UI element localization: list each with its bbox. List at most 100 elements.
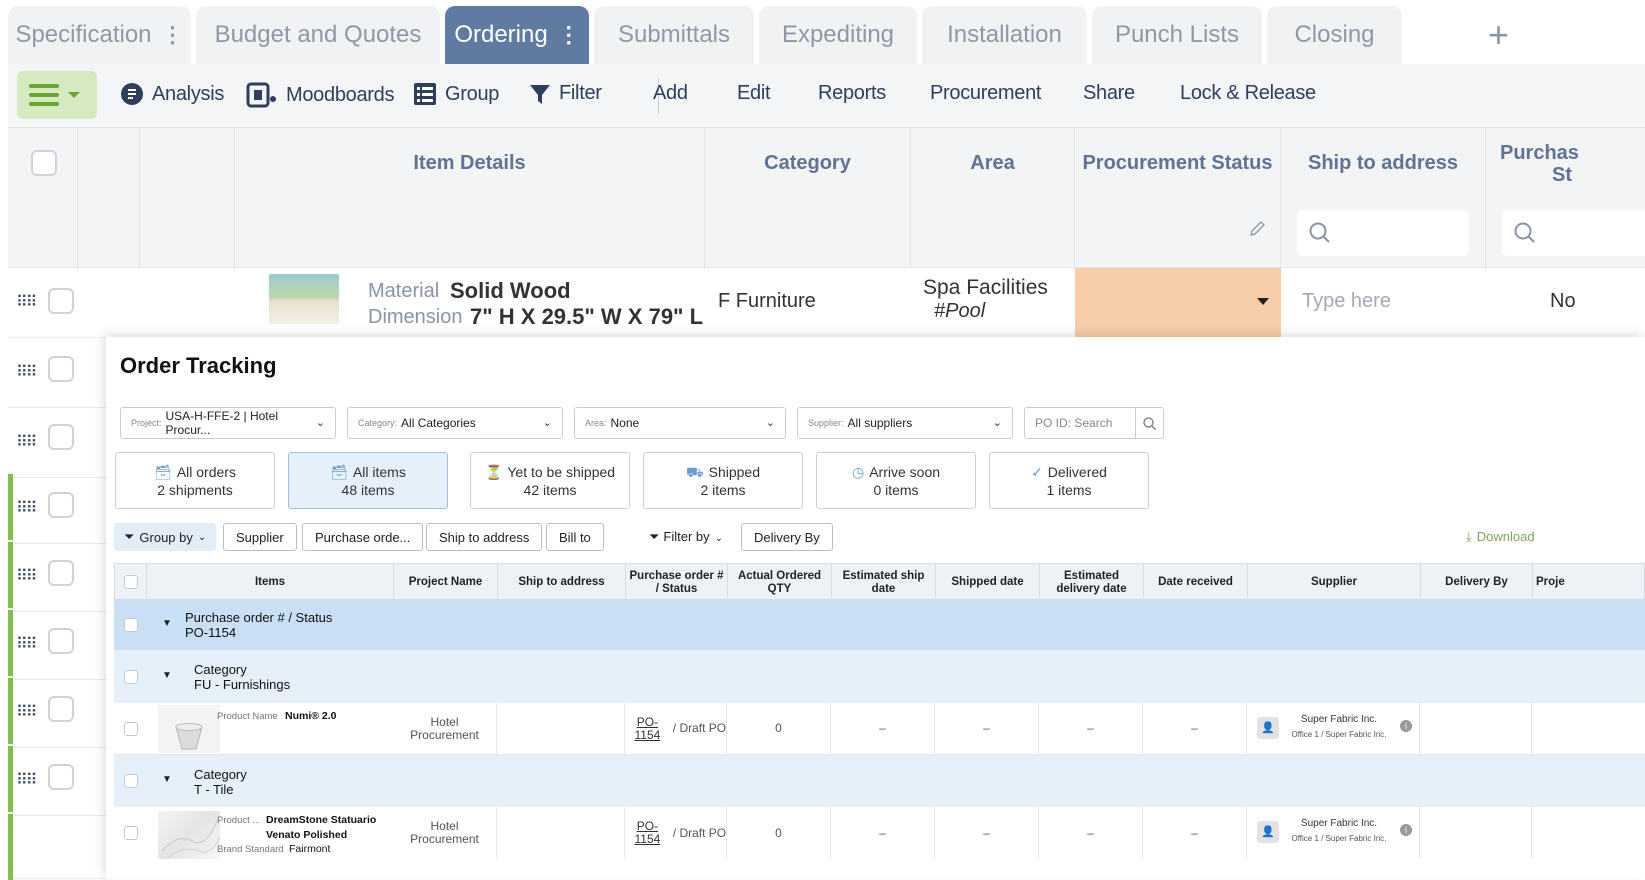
group-checkbox[interactable]: [124, 618, 138, 632]
po-link[interactable]: PO-1154: [625, 820, 670, 846]
header-area[interactable]: Area: [911, 128, 1075, 268]
card-yet-to-be-shipped[interactable]: ⏳ Yet to be shipped 42 items: [470, 452, 630, 509]
collapse-caret-icon[interactable]: ▼: [162, 774, 172, 785]
card-arrive-soon[interactable]: ◷ Arrive soon 0 items: [816, 452, 976, 509]
header-category[interactable]: Category: [705, 128, 911, 268]
drag-handle-icon[interactable]: ⠿⠿: [16, 566, 37, 586]
col-supplier[interactable]: Supplier: [1248, 564, 1421, 601]
row-checkbox[interactable]: [48, 696, 74, 722]
row-checkbox[interactable]: [124, 826, 138, 840]
lock-release-button[interactable]: Lock & Release: [1180, 82, 1316, 105]
share-button[interactable]: Share: [1083, 82, 1135, 105]
po-search-button[interactable]: [1135, 407, 1163, 439]
drag-handle-icon[interactable]: ⠿⠿: [16, 498, 37, 518]
area-select[interactable]: Area: None ⌄: [574, 407, 786, 439]
col-actual-ordered-qty[interactable]: Actual Ordered QTY: [728, 564, 832, 601]
header-procurement-status[interactable]: Procurement Status: [1075, 128, 1281, 268]
card-delivered[interactable]: ✓ Delivered 1 items: [989, 452, 1149, 509]
category-cell[interactable]: F Furniture: [718, 290, 816, 313]
group-row-category[interactable]: ▼ Category FU - Furnishings: [114, 650, 1645, 703]
pencil-icon[interactable]: [1248, 220, 1266, 238]
row-checkbox[interactable]: [48, 560, 74, 586]
group-row-po[interactable]: ▼ Purchase order # / Status PO-1154: [114, 600, 1645, 650]
group-chip-bill-to[interactable]: Bill to: [546, 523, 604, 551]
select-all-checkbox[interactable]: [124, 575, 138, 589]
product-thumbnail[interactable]: [158, 705, 220, 753]
procurement-button[interactable]: Procurement: [930, 82, 1042, 105]
tab-installation[interactable]: Installation: [922, 6, 1087, 64]
col-project-name[interactable]: Project Name: [394, 564, 498, 601]
col-ship-to-address[interactable]: Ship to address: [498, 564, 626, 601]
row-checkbox[interactable]: [48, 492, 74, 518]
row-checkbox[interactable]: [48, 356, 74, 382]
group-chip-ship-to-address[interactable]: Ship to address: [426, 523, 543, 551]
edit-button[interactable]: Edit: [737, 82, 771, 105]
tab-closing[interactable]: Closing: [1267, 6, 1402, 64]
card-shipped[interactable]: ⛟ Shipped 2 items: [643, 452, 803, 509]
col-estimated-ship-date[interactable]: Estimated ship date: [832, 564, 936, 601]
table-row[interactable]: ⠿⠿ Material Solid Wood Dimension 7" H X …: [8, 268, 1645, 338]
add-button[interactable]: Add: [653, 82, 688, 105]
table-row[interactable]: ⠿⠿: [8, 678, 108, 748]
tab-punch-lists[interactable]: Punch Lists: [1092, 6, 1262, 64]
table-row[interactable]: Product Name Numi® 2.0 Hotel Procurement…: [114, 703, 1645, 755]
group-checkbox[interactable]: [124, 774, 138, 788]
group-by-dropdown[interactable]: ⏷ Group by ⌄: [114, 523, 217, 551]
drag-handle-icon[interactable]: ⠿⠿: [16, 432, 37, 452]
filter-button[interactable]: Filter: [529, 82, 602, 105]
kebab-icon[interactable]: ⋮: [162, 22, 184, 48]
tab-budget-and-quotes[interactable]: Budget and Quotes: [196, 6, 440, 64]
table-row[interactable]: Product ... DreamStone Statuario Venato …: [114, 807, 1645, 859]
item-thumbnail[interactable]: [269, 274, 339, 324]
purchase-status-cell[interactable]: No: [1550, 290, 1576, 313]
card-all-orders[interactable]: 🗃 All orders 2 shipments: [115, 452, 275, 509]
tab-submittals[interactable]: Submittals: [594, 6, 754, 64]
tab-specification[interactable]: Specification ⋮: [8, 6, 191, 64]
area-cell[interactable]: Spa Facilities: [923, 276, 1048, 300]
table-row[interactable]: ⠿⠿: [8, 474, 108, 544]
group-button[interactable]: Group: [413, 82, 499, 106]
collapse-caret-icon[interactable]: ▼: [162, 618, 172, 629]
filter-chip-delivery-by[interactable]: Delivery By: [741, 523, 833, 551]
procurement-status-dropdown[interactable]: [1075, 268, 1281, 338]
ship-to-input[interactable]: Type here: [1302, 290, 1391, 313]
col-estimated-delivery-date[interactable]: Estimated delivery date: [1040, 564, 1144, 601]
po-link[interactable]: PO-1154: [625, 715, 670, 742]
kebab-icon[interactable]: ⋮: [558, 22, 580, 48]
menu-toggle-button[interactable]: [17, 71, 97, 119]
drag-handle-icon[interactable]: ⠿⠿: [16, 634, 37, 654]
project-select[interactable]: Project: USA-H-FFE-2 | Hotel Procur... ⌄: [120, 407, 336, 439]
drag-handle-icon[interactable]: ⠿⠿: [16, 362, 37, 382]
download-button[interactable]: ⤓ Download: [1466, 529, 1535, 545]
col-date-received[interactable]: Date received: [1144, 564, 1248, 601]
drag-handle-icon[interactable]: ⠿⠿: [16, 292, 37, 312]
reports-button[interactable]: Reports: [818, 82, 886, 105]
info-icon[interactable]: i: [1400, 824, 1412, 836]
table-row[interactable]: ⠿⠿: [8, 610, 108, 680]
supplier-select[interactable]: Supplier: All suppliers ⌄: [797, 407, 1013, 439]
col-items[interactable]: Items: [147, 564, 394, 601]
select-all-checkbox[interactable]: [31, 150, 57, 176]
category-select[interactable]: Category: All Categories ⌄: [347, 407, 563, 439]
row-checkbox[interactable]: [48, 764, 74, 790]
col-shipped-date[interactable]: Shipped date: [936, 564, 1040, 601]
row-checkbox[interactable]: [48, 628, 74, 654]
table-row[interactable]: [8, 814, 108, 880]
group-checkbox[interactable]: [124, 670, 138, 684]
table-row[interactable]: ⠿⠿: [8, 542, 108, 612]
ship-search-input[interactable]: [1297, 210, 1469, 256]
table-row[interactable]: ⠿⠿: [8, 338, 108, 408]
col-project[interactable]: Proje: [1533, 564, 1645, 601]
col-purchase-order[interactable]: Purchase order # / Status: [626, 564, 728, 601]
tab-ordering[interactable]: Ordering ⋮: [445, 6, 589, 64]
group-row-category[interactable]: ▼ Category T - Tile: [114, 755, 1645, 807]
drag-handle-icon[interactable]: ⠿⠿: [16, 770, 37, 790]
row-checkbox[interactable]: [48, 424, 74, 450]
header-purchase-status[interactable]: Purchas St: [1486, 128, 1645, 268]
table-row[interactable]: ⠿⠿: [8, 408, 108, 478]
col-delivery-by[interactable]: Delivery By: [1421, 564, 1533, 601]
tab-expediting[interactable]: Expediting: [759, 6, 917, 64]
add-tab-icon[interactable]: +: [1488, 14, 1509, 56]
header-ship-to-address[interactable]: Ship to address: [1281, 128, 1486, 268]
group-chip-supplier[interactable]: Supplier: [223, 523, 297, 551]
